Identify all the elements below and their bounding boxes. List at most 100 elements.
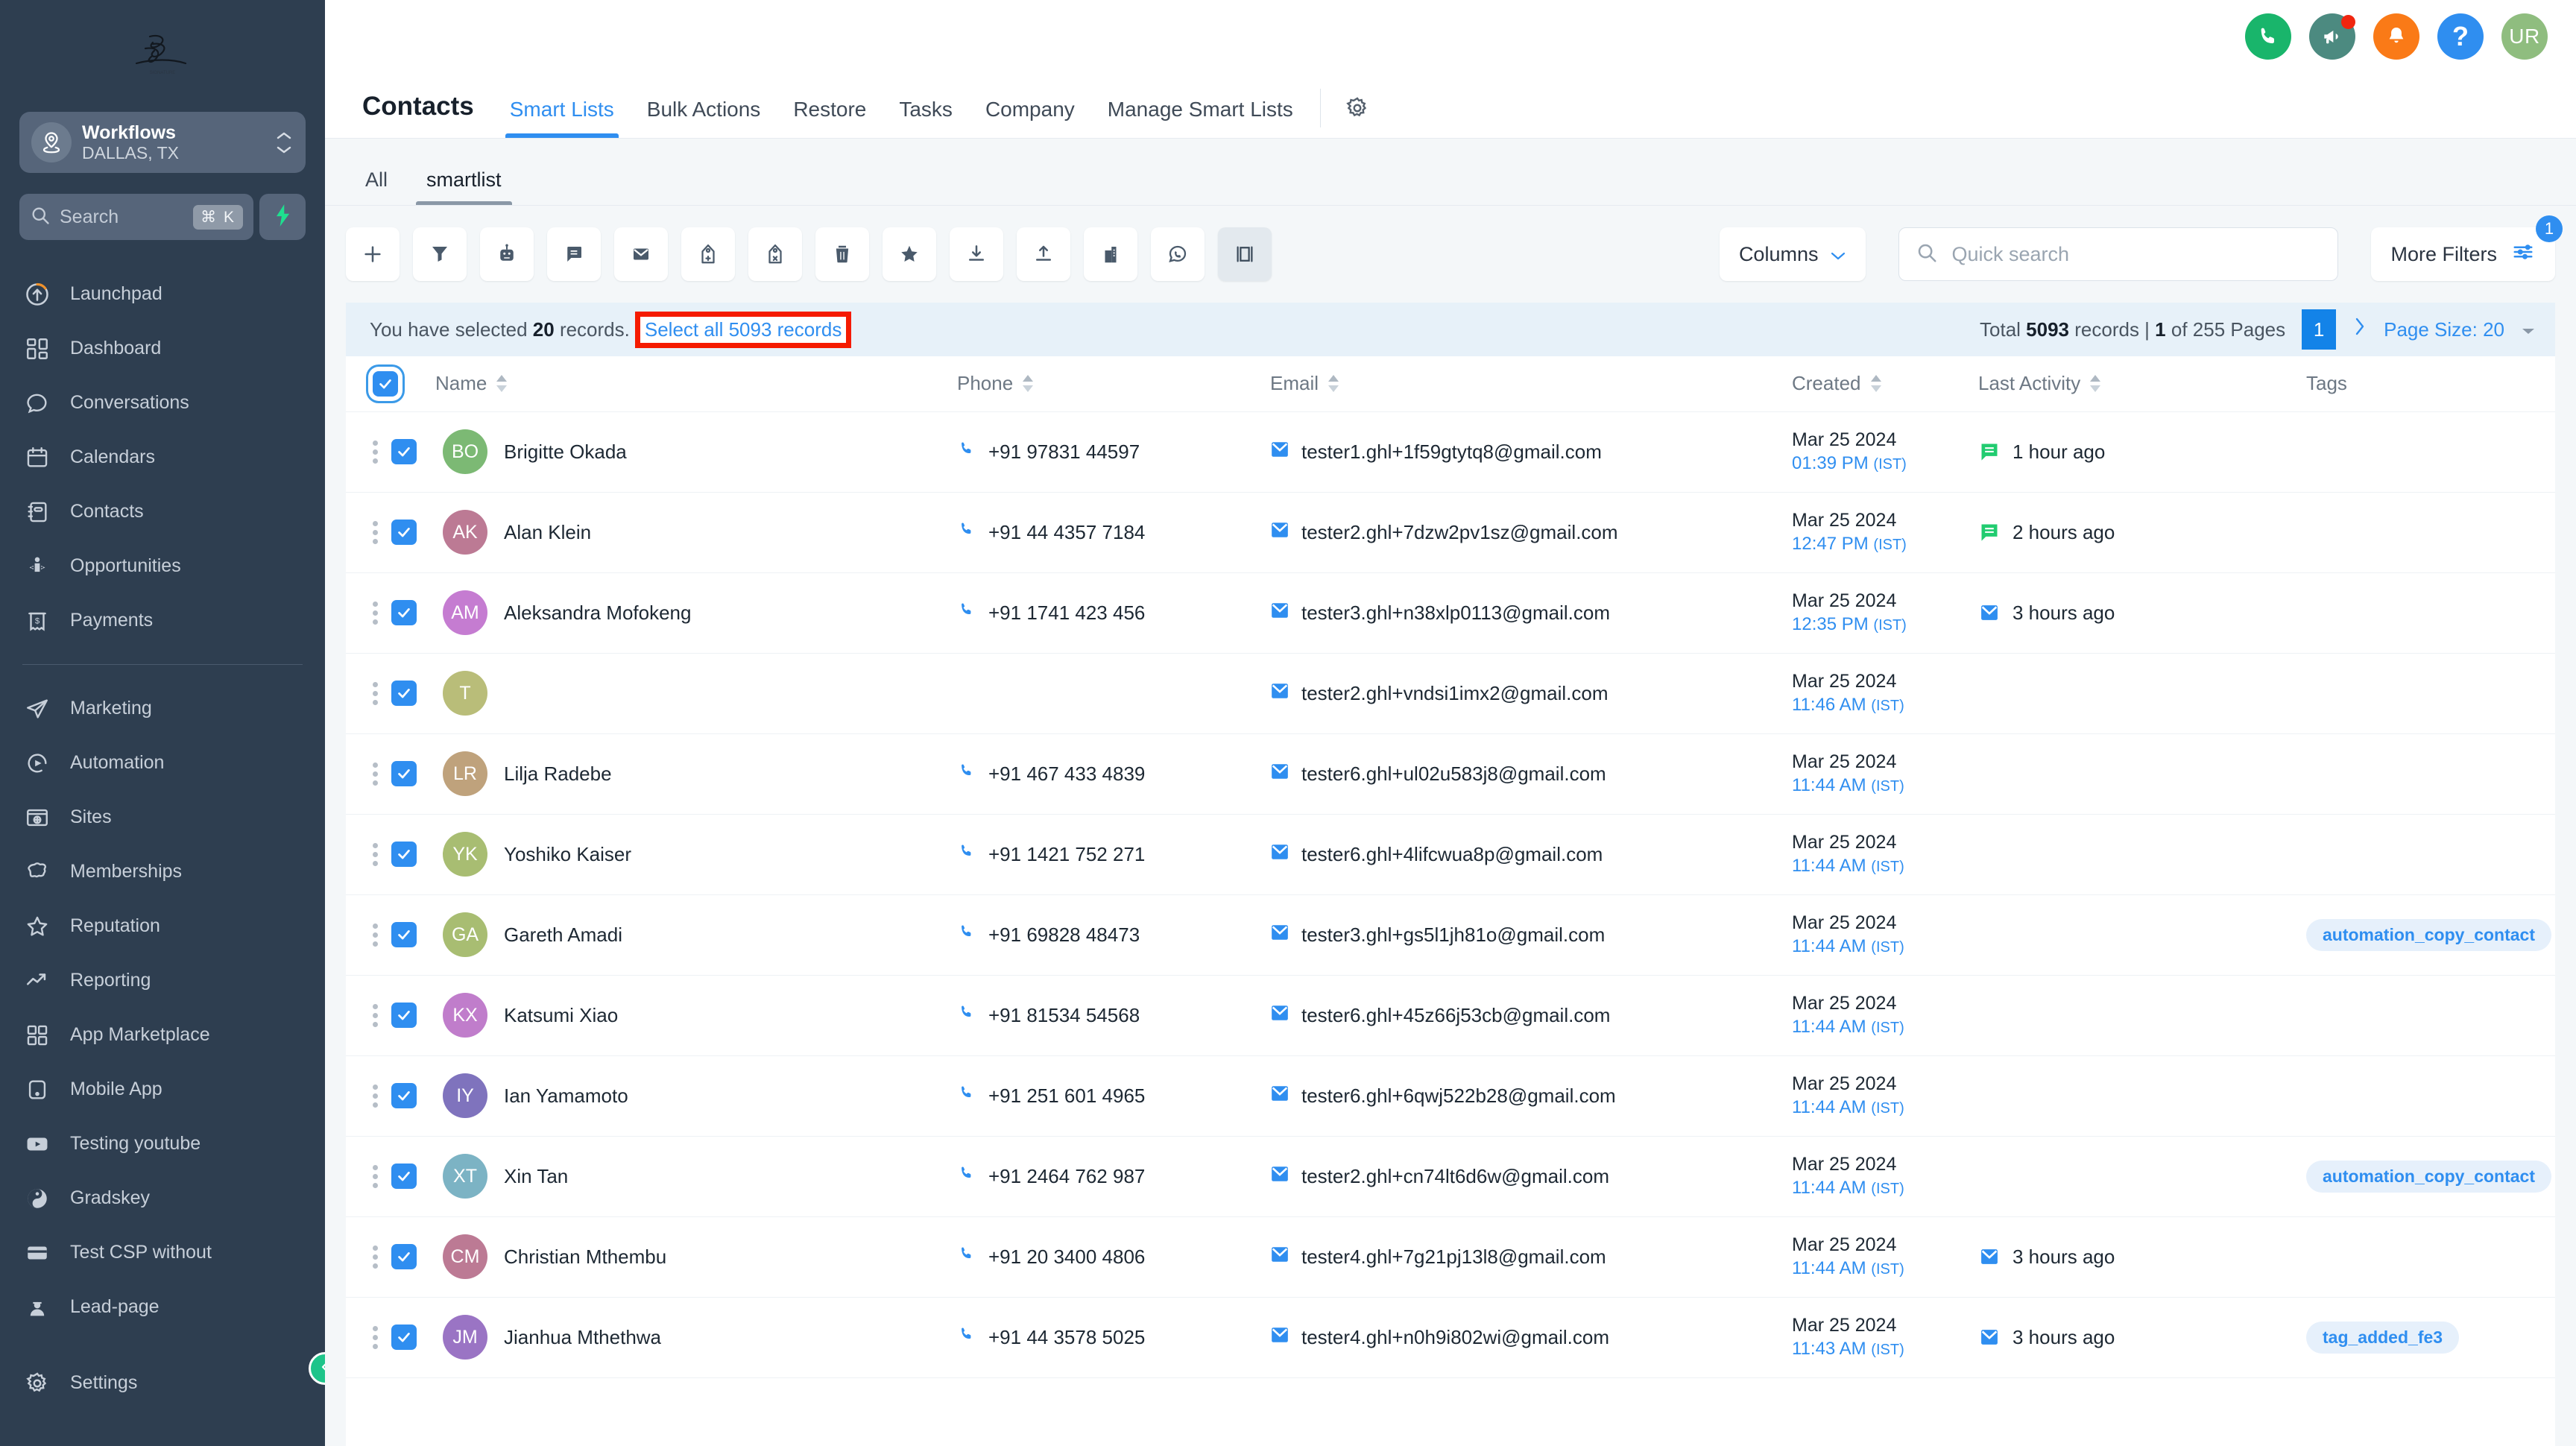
contact-email[interactable]: tester2.ghl+cn74lt6d6w@gmail.com (1301, 1165, 1609, 1188)
select-all-checkbox[interactable] (373, 370, 398, 397)
contact-phone[interactable]: +91 44 4357 7184 (988, 521, 1145, 544)
more-filters-button[interactable]: More Filters 1 (2371, 215, 2563, 281)
add-tag-button[interactable] (681, 227, 735, 281)
table-row[interactable]: Ttester2.ghl+vndsi1imx2@gmail.com Mar 25 … (346, 653, 2555, 734)
row-checkbox[interactable] (391, 1164, 417, 1189)
row-checkbox[interactable] (391, 1244, 417, 1269)
help-icon[interactable]: ? (2437, 13, 2484, 60)
contact-name[interactable]: Aleksandra Mofokeng (504, 602, 691, 625)
remove-tag-button[interactable] (748, 227, 802, 281)
row-checkbox[interactable] (391, 520, 417, 545)
table-row[interactable]: LR Lilja Radebe +91 467 433 4839 tester6.gh… (346, 733, 2555, 815)
sidebar-item-memberships[interactable]: Memberships (0, 844, 325, 899)
contact-name[interactable]: Christian Mthembu (504, 1245, 666, 1269)
merge-button[interactable] (1218, 227, 1272, 281)
row-checkbox[interactable] (391, 439, 417, 464)
contact-phone[interactable]: +91 1421 752 271 (988, 843, 1145, 866)
table-row[interactable]: CM Christian Mthembu +91 20 3400 4806 teste… (346, 1216, 2555, 1298)
sidebar-item-test-csp-without[interactable]: Test CSP without (0, 1225, 325, 1280)
contact-name[interactable]: Brigitte Okada (504, 441, 627, 464)
sidebar-item-sites[interactable]: Sites (0, 790, 325, 844)
sidebar-item-testing-youtube[interactable]: Testing youtube (0, 1117, 325, 1171)
contact-phone[interactable]: +91 251 601 4965 (988, 1084, 1145, 1108)
email-button[interactable] (614, 227, 668, 281)
contact-phone[interactable]: +91 1741 423 456 (988, 602, 1145, 625)
notification-bell-icon[interactable] (2373, 13, 2419, 60)
contact-phone[interactable]: +91 44 3578 5025 (988, 1326, 1145, 1349)
tab-manage-smart-lists[interactable]: Manage Smart Lists (1091, 98, 1310, 138)
sidebar-item-reporting[interactable]: Reporting (0, 953, 325, 1008)
table-row[interactable]: JM Jianhua Mthethwa +91 44 3578 5025 tester… (346, 1297, 2555, 1378)
contact-email[interactable]: tester4.ghl+7g21pj13l8@gmail.com (1301, 1245, 1606, 1269)
delete-button[interactable] (815, 227, 869, 281)
contact-email[interactable]: tester3.ghl+n38xlp0113@gmail.com (1301, 602, 1610, 625)
tag-chip[interactable]: automation_copy_contact (2306, 1160, 2551, 1193)
contact-name[interactable]: Lilja Radebe (504, 763, 612, 786)
contact-email[interactable]: tester6.ghl+4lifcwua8p@gmail.com (1301, 843, 1603, 866)
columns-button[interactable]: Columns (1719, 227, 1866, 281)
phone-icon[interactable] (2245, 13, 2291, 60)
contact-phone[interactable]: +91 97831 44597 (988, 441, 1140, 464)
subtab-all[interactable]: All (346, 168, 407, 205)
contact-name[interactable]: Katsumi Xiao (504, 1004, 618, 1027)
table-row[interactable]: YK Yoshiko Kaiser +91 1421 752 271 tester6.… (346, 814, 2555, 895)
sidebar-item-contacts[interactable]: Contacts (0, 484, 325, 539)
contact-phone[interactable]: +91 20 3400 4806 (988, 1245, 1145, 1269)
row-checkbox[interactable] (391, 1003, 417, 1028)
contact-phone[interactable]: +91 81534 54568 (988, 1004, 1140, 1027)
sidebar-item-payments[interactable]: $ Payments (0, 593, 325, 648)
filter-button[interactable] (413, 227, 467, 281)
row-checkbox[interactable] (391, 1325, 417, 1350)
sidebar-item-settings[interactable]: Settings (0, 1356, 325, 1410)
contact-email[interactable]: tester6.ghl+6qwj522b28@gmail.com (1301, 1084, 1616, 1108)
contact-name[interactable]: Alan Klein (504, 521, 591, 544)
th-name[interactable]: Name (435, 356, 957, 412)
row-checkbox[interactable] (391, 681, 417, 706)
th-phone[interactable]: Phone (957, 356, 1270, 412)
contact-name[interactable]: Xin Tan (504, 1165, 568, 1188)
select-all-records-link[interactable]: Select all 5093 records (634, 311, 852, 348)
table-row[interactable]: AK Alan Klein +91 44 4357 7184 tester2.ghl+… (346, 492, 2555, 573)
sidebar-item-gradskey[interactable]: Gradskey (0, 1171, 325, 1225)
table-row[interactable]: KX Katsumi Xiao +91 81534 54568 tester6.ghl… (346, 975, 2555, 1056)
sidebar-item-conversations[interactable]: Conversations (0, 376, 325, 430)
contact-email[interactable]: tester3.ghl+gs5l1jh81o@gmail.com (1301, 924, 1605, 947)
sidebar-item-calendars[interactable]: Calendars (0, 430, 325, 484)
tab-smart-lists[interactable]: Smart Lists (493, 98, 631, 138)
contact-email[interactable]: tester6.ghl+ul02u583j8@gmail.com (1301, 763, 1606, 786)
row-menu-icon[interactable] (373, 842, 378, 866)
contact-email[interactable]: tester2.ghl+vndsi1imx2@gmail.com (1301, 682, 1609, 705)
contact-phone[interactable]: +91 2464 762 987 (988, 1165, 1145, 1188)
row-checkbox[interactable] (391, 922, 417, 947)
caret-down-icon[interactable] (2521, 318, 2536, 341)
export-button[interactable] (1017, 227, 1070, 281)
row-checkbox[interactable] (391, 1083, 417, 1108)
add-contact-button[interactable] (346, 227, 400, 281)
th-email[interactable]: Email (1270, 356, 1792, 412)
row-checkbox[interactable] (391, 600, 417, 625)
whatsapp-button[interactable] (1151, 227, 1205, 281)
sidebar-search-input[interactable]: Search ⌘ K (19, 194, 253, 240)
avatar[interactable]: UR (2501, 13, 2548, 60)
sidebar-item-app-marketplace[interactable]: App Marketplace (0, 1008, 325, 1062)
table-row[interactable]: GA Gareth Amadi +91 69828 48473 tester3.ghl… (346, 894, 2555, 976)
th-last-activity[interactable]: Last Activity (1978, 356, 2306, 412)
bot-button[interactable] (480, 227, 534, 281)
sidebar-item-marketing[interactable]: Marketing (0, 681, 325, 736)
sidebar-item-launchpad[interactable]: Launchpad (0, 267, 325, 321)
contact-name[interactable]: Jianhua Mthethwa (504, 1326, 661, 1349)
row-menu-icon[interactable] (373, 1084, 378, 1108)
contact-email[interactable]: tester4.ghl+n0h9i802wi@gmail.com (1301, 1326, 1609, 1349)
contact-name[interactable]: Yoshiko Kaiser (504, 843, 631, 866)
tab-tasks[interactable]: Tasks (883, 98, 969, 138)
sms-button[interactable] (547, 227, 601, 281)
row-menu-icon[interactable] (373, 1003, 378, 1027)
contact-name[interactable]: Gareth Amadi (504, 924, 622, 947)
page-number-button[interactable]: 1 (2302, 309, 2337, 350)
location-switcher[interactable]: Workflows DALLAS, TX (19, 112, 306, 173)
table-row[interactable]: IY Ian Yamamoto +91 251 601 4965 tester6.gh… (346, 1055, 2555, 1137)
sidebar-item-lead-page[interactable]: Lead-page (0, 1280, 325, 1334)
table-row[interactable]: XT Xin Tan +91 2464 762 987 tester2.ghl+cn7… (346, 1136, 2555, 1217)
table-row[interactable]: BO Brigitte Okada +91 97831 44597 tester1.g… (346, 411, 2555, 493)
import-button[interactable] (950, 227, 1003, 281)
